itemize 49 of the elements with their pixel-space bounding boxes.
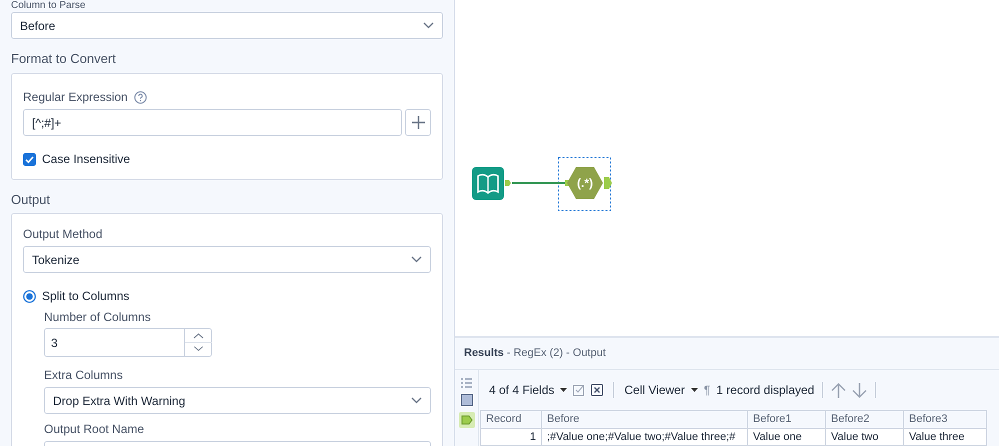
column-header: Before <box>542 410 748 428</box>
table-cell: 1 <box>480 428 542 446</box>
field-label: Extra Columns <box>44 368 124 382</box>
list-icon[interactable] <box>461 378 472 388</box>
field-label: Regular Expression <box>23 90 128 104</box>
caret-icon[interactable] <box>690 388 698 392</box>
number-spinner[interactable]: 3 <box>44 328 212 357</box>
regex-input-field[interactable]: [^;#]+ <box>23 109 402 136</box>
fields-dropdown[interactable]: 4 of 4 Fields <box>489 381 554 399</box>
radio-label: Split to Columns <box>42 288 130 305</box>
radio-button[interactable] <box>23 290 36 302</box>
table-cell: Value two <box>826 428 904 446</box>
record-count: 1 record displayed <box>716 382 814 399</box>
field-label: Output Method <box>23 227 104 241</box>
field-label: Number of Columns <box>44 310 152 324</box>
checkbox[interactable] <box>23 152 36 166</box>
arrow-down-icon[interactable] <box>852 382 868 398</box>
output-method-select[interactable]: Tokenize <box>23 246 431 273</box>
table-cell: Value one <box>748 428 826 446</box>
connector-line <box>512 181 565 185</box>
results-subtitle: - RegEx (2) - Output <box>506 346 606 362</box>
chevron-down-icon <box>411 256 422 263</box>
column-header: Before1 <box>748 410 826 428</box>
close-icon[interactable] <box>591 384 604 396</box>
chevron-down-icon <box>411 397 422 404</box>
column-header: Before2 <box>826 410 904 428</box>
section-title: Format to Convert <box>11 52 117 66</box>
add-button[interactable] <box>405 109 431 136</box>
plus-icon <box>412 116 424 129</box>
results-title: Results <box>464 346 504 362</box>
column-header: Before3 <box>904 410 986 428</box>
column-select[interactable]: Before <box>11 12 443 39</box>
checkbox-icon[interactable] <box>573 384 586 396</box>
caret-icon[interactable] <box>560 388 568 392</box>
table-cell: Value three <box>904 428 986 446</box>
table-cell: ;#Value one;#Value two;#Value three;# <box>542 428 748 446</box>
tag-icon[interactable] <box>458 412 474 428</box>
cell-viewer-dropdown[interactable]: Cell Viewer <box>624 381 685 399</box>
column-header: Record <box>480 410 542 428</box>
arrow-up-icon[interactable] <box>831 382 846 398</box>
field-label: Column to Parse <box>11 0 86 11</box>
section-title: Output <box>11 193 52 207</box>
checkbox-label: Case Insensitive <box>42 151 130 168</box>
extra-columns-select[interactable]: Drop Extra With Warning <box>44 387 431 414</box>
book-icon[interactable] <box>472 167 512 200</box>
table-icon[interactable] <box>460 394 472 406</box>
field-label: Output Root Name <box>44 422 146 436</box>
help-icon[interactable] <box>134 90 147 104</box>
chevron-down-icon <box>423 22 434 29</box>
